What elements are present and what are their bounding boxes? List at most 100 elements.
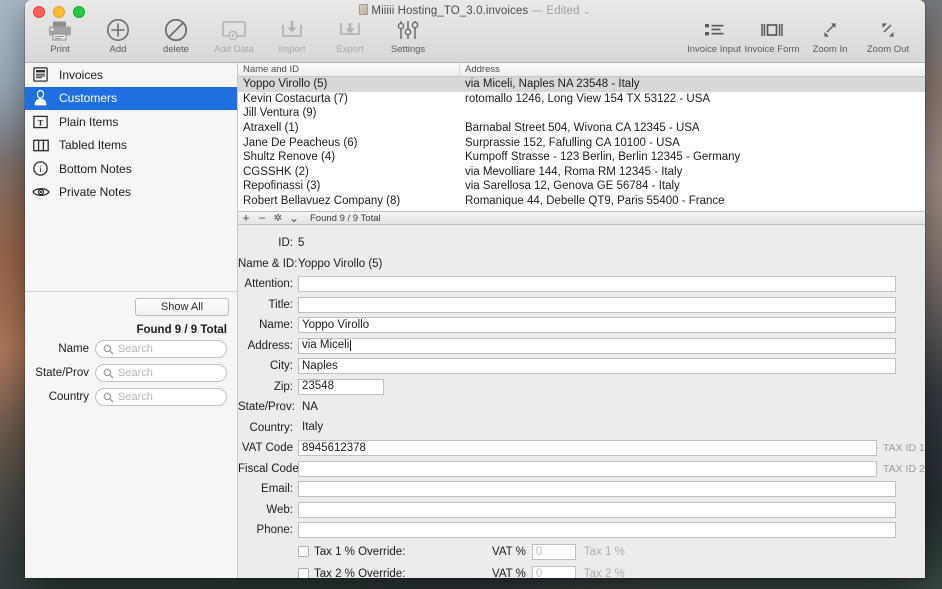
toolbar-button-add-data[interactable]: Add Data: [205, 18, 263, 55]
form-label-vat-code: VAT Code: [241, 442, 293, 454]
form-label-name-and-id: Name & ID:: [238, 257, 298, 270]
table-row[interactable]: Jill Ventura (9): [238, 106, 925, 121]
row-address: Barnabal Street 504, Wivona CA 12345 - U…: [465, 122, 700, 135]
row-address: rotomallo 1246, Long View 154 TX 53122 -…: [465, 92, 711, 105]
title-field[interactable]: [298, 296, 896, 313]
sidebar-item-bottom-notes[interactable]: i Bottom Notes: [25, 157, 237, 181]
name-field[interactable]: Yoppo Virollo: [298, 317, 896, 333]
form-row-title: Title:: [238, 295, 925, 315]
search-input-name[interactable]: Search: [95, 340, 227, 358]
country-field[interactable]: Italy: [298, 419, 896, 436]
toolbar-button-import[interactable]: Import: [263, 18, 321, 55]
form-label-web: Web:: [266, 503, 293, 516]
toolbar-label-print: Print: [50, 44, 70, 55]
sidebar-item-private-notes[interactable]: Private Notes: [25, 181, 237, 205]
toolbar-button-invoice-input[interactable]: Invoice Input: [685, 18, 743, 55]
list-statusbar: + − ✲ ⌄ Found 9 / 9 Total: [238, 211, 925, 225]
plus-circle-icon: [106, 18, 130, 42]
zoom-out-icon: [877, 18, 899, 42]
toolbar-button-export[interactable]: Export: [321, 18, 379, 55]
toolbar-label-zoom-out: Zoom Out: [866, 44, 910, 55]
fiscal-code-field[interactable]: [298, 460, 877, 477]
toolbar-button-settings[interactable]: Settings: [379, 18, 437, 55]
toolbar-button-zoom-in[interactable]: Zoom In: [801, 18, 859, 55]
search-label-country: Country: [48, 391, 89, 403]
text-box-icon: T: [30, 112, 51, 131]
tax-1-note: Tax 1 %: [583, 545, 625, 558]
toolbar-button-zoom-out[interactable]: Zoom Out: [859, 18, 917, 55]
list-column-header-address[interactable]: Address: [460, 63, 925, 76]
table-row[interactable]: Atraxell (1) Barnabal Street 504, Wivona…: [238, 121, 925, 136]
form-value-name-and-id: Yoppo Virollo (5): [298, 257, 383, 270]
row-address: via Sarellosa 12, Genova GE 56784 - Ital…: [465, 180, 680, 193]
tax-1-vat-input[interactable]: 0: [531, 543, 576, 560]
window-title: Miiiii Hosting_TO_3.0.invoices — Edited …: [25, 4, 925, 17]
records-list[interactable]: Yoppo Virollo (5) via Miceli, Naples NA …: [238, 77, 925, 211]
form-row-phone: Phone:: [238, 520, 925, 540]
form-label-title: Title:: [268, 298, 294, 311]
table-row[interactable]: Yoppo Virollo (5) via Miceli, Naples NA …: [238, 77, 925, 92]
import-icon: [280, 18, 304, 42]
web-field[interactable]: [298, 501, 896, 518]
row-address: Surprassie 152, Fafulling CA 10100 - USA: [465, 136, 680, 149]
toolbar-button-add[interactable]: Add: [89, 18, 147, 55]
toolbar-button-invoice-form[interactable]: Invoice Form: [743, 18, 801, 55]
table-row[interactable]: Kevin Costacurta (7) rotomallo 1246, Lon…: [238, 92, 925, 107]
address-field[interactable]: via Miceli: [298, 337, 896, 354]
toolbar-button-print[interactable]: Print: [31, 18, 89, 55]
text-caret: [350, 340, 352, 351]
form-row-name-and-id: Name & ID: Yoppo Virollo (5): [238, 254, 925, 274]
list-column-header-name-and-id[interactable]: Name and ID: [238, 63, 460, 76]
row-name: Shultz Renove (4): [243, 151, 336, 164]
tax-1-override-label: Tax 1 % Override:: [314, 545, 406, 558]
form-row-fiscal-code: Fiscal Code TAX ID 2: [238, 459, 925, 479]
add-record-button[interactable]: +: [238, 211, 254, 225]
remove-record-button[interactable]: −: [254, 211, 270, 225]
sidebar-label-bottom-notes: Bottom Notes: [59, 161, 132, 176]
sidebar-label-tabled-items: Tabled Items: [59, 138, 128, 153]
form-label-name: Name:: [259, 319, 293, 331]
tax-1-override-checkbox[interactable]: [298, 546, 309, 557]
row-address: via Miceli, Naples NA 23548 - Italy: [465, 78, 640, 91]
zip-field[interactable]: 23548: [298, 378, 384, 395]
table-row[interactable]: Robert Bellavuez Company (8) Romanique 4…: [238, 194, 925, 209]
search-input-state-prov[interactable]: Search: [95, 364, 227, 382]
search-placeholder-name: Search: [118, 343, 153, 355]
form-value-id: 5: [298, 237, 305, 249]
state-prov-field[interactable]: NA: [298, 399, 896, 415]
row-name: Repofinassi (3): [243, 180, 321, 193]
list-icon: [702, 18, 726, 42]
edited-indicator: — Edited: [531, 5, 580, 17]
table-row[interactable]: Shultz Renove (4) Kumpoff Strasse - 123 …: [238, 150, 925, 165]
gear-icon[interactable]: ✲: [270, 212, 286, 225]
search-input-country[interactable]: Search: [95, 388, 227, 406]
tax-2-override-checkbox[interactable]: [298, 568, 309, 578]
tax-2-vat-input[interactable]: 0: [531, 565, 576, 578]
title-chevron-down-icon[interactable]: ⌄: [583, 6, 591, 16]
detail-form: ID: 5 Name & ID: Yoppo Virollo (5) Atten…: [238, 225, 925, 578]
sidebar-item-invoices[interactable]: Invoices: [25, 63, 237, 87]
sidebar-item-tabled-items[interactable]: Tabled Items: [25, 134, 237, 158]
chevron-down-icon[interactable]: ⌄: [286, 211, 302, 225]
attention-field[interactable]: [298, 276, 896, 292]
table-row[interactable]: CGSSHK (2) via Mevolliare 144, Roma RM 1…: [238, 165, 925, 180]
show-all-button[interactable]: Show All: [135, 298, 229, 316]
form-icon: [759, 18, 785, 42]
email-field[interactable]: [298, 481, 896, 497]
form-row-attention: Attention:: [238, 274, 925, 294]
columns-icon: [30, 136, 51, 155]
invoice-icon: [30, 65, 51, 84]
table-row[interactable]: Repofinassi (3) via Sarellosa 12, Genova…: [238, 179, 925, 194]
toolbar-button-delete[interactable]: delete: [147, 18, 205, 55]
form-row-vat-code: VAT Code 8945612378 TAX ID 1: [238, 438, 925, 458]
vat-code-field[interactable]: 8945612378: [298, 440, 877, 456]
form-row-tax-1-override: Tax 1 % Override: VAT % 0 Tax 1 %: [238, 541, 925, 563]
table-row[interactable]: Jane De Peacheus (6) Surprassie 152, Faf…: [238, 135, 925, 150]
city-field[interactable]: Naples: [298, 358, 896, 374]
phone-field[interactable]: [298, 522, 896, 538]
sidebar-item-plain-items[interactable]: T Plain Items: [25, 110, 237, 134]
search-label-name: Name: [58, 343, 89, 355]
form-label-zip: Zip:: [273, 380, 293, 393]
row-name: Kevin Costacurta (7): [243, 92, 348, 105]
sidebar-item-customers[interactable]: Customers: [25, 86, 237, 110]
